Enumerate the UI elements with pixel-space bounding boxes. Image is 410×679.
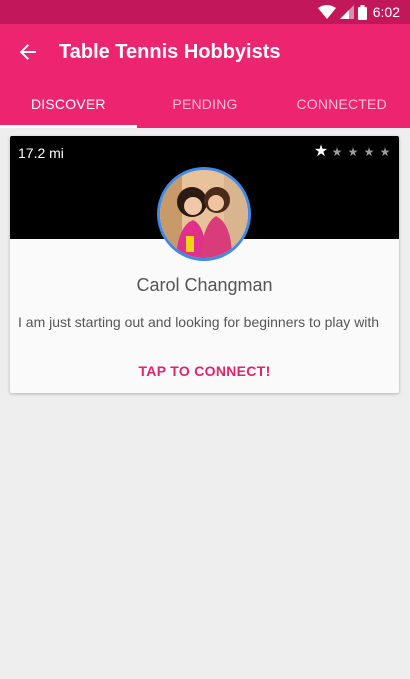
avatar	[157, 167, 251, 261]
tab-connected[interactable]: CONNECTED	[273, 80, 410, 128]
connect-button[interactable]: TAP TO CONNECT!	[10, 363, 399, 379]
battery-icon	[357, 4, 367, 20]
rating-stars: ★ ★ ★ ★ ★	[313, 144, 393, 160]
wifi-icon	[317, 5, 336, 19]
star-icon: ★	[379, 145, 391, 159]
tab-pending[interactable]: PENDING	[137, 80, 274, 128]
back-button[interactable]	[0, 24, 56, 80]
page-title: Table Tennis Hobbyists	[59, 40, 281, 63]
status-time: 6:02	[372, 4, 400, 20]
star-icon: ★	[363, 145, 375, 159]
avatar-photo	[160, 170, 248, 258]
signal-icon	[339, 5, 354, 19]
star-icon: ★	[331, 145, 343, 159]
star-icon: ★	[347, 145, 359, 159]
profile-card[interactable]: 17.2 mi ★ ★ ★ ★ ★ Carol Changman I am ju…	[10, 136, 399, 393]
star-icon: ★	[313, 143, 329, 160]
arrow-back-icon	[19, 44, 36, 60]
profile-name: Carol Changman	[136, 275, 273, 295]
profile-description: I am just starting out and looking for b…	[18, 314, 380, 330]
tab-bar: DISCOVER PENDING CONNECTED	[0, 80, 410, 128]
app-bar: Table Tennis Hobbyists	[0, 24, 410, 80]
tab-discover[interactable]: DISCOVER	[0, 80, 137, 128]
status-bar: 6:02	[0, 0, 410, 24]
distance-label: 17.2 mi	[18, 145, 64, 161]
